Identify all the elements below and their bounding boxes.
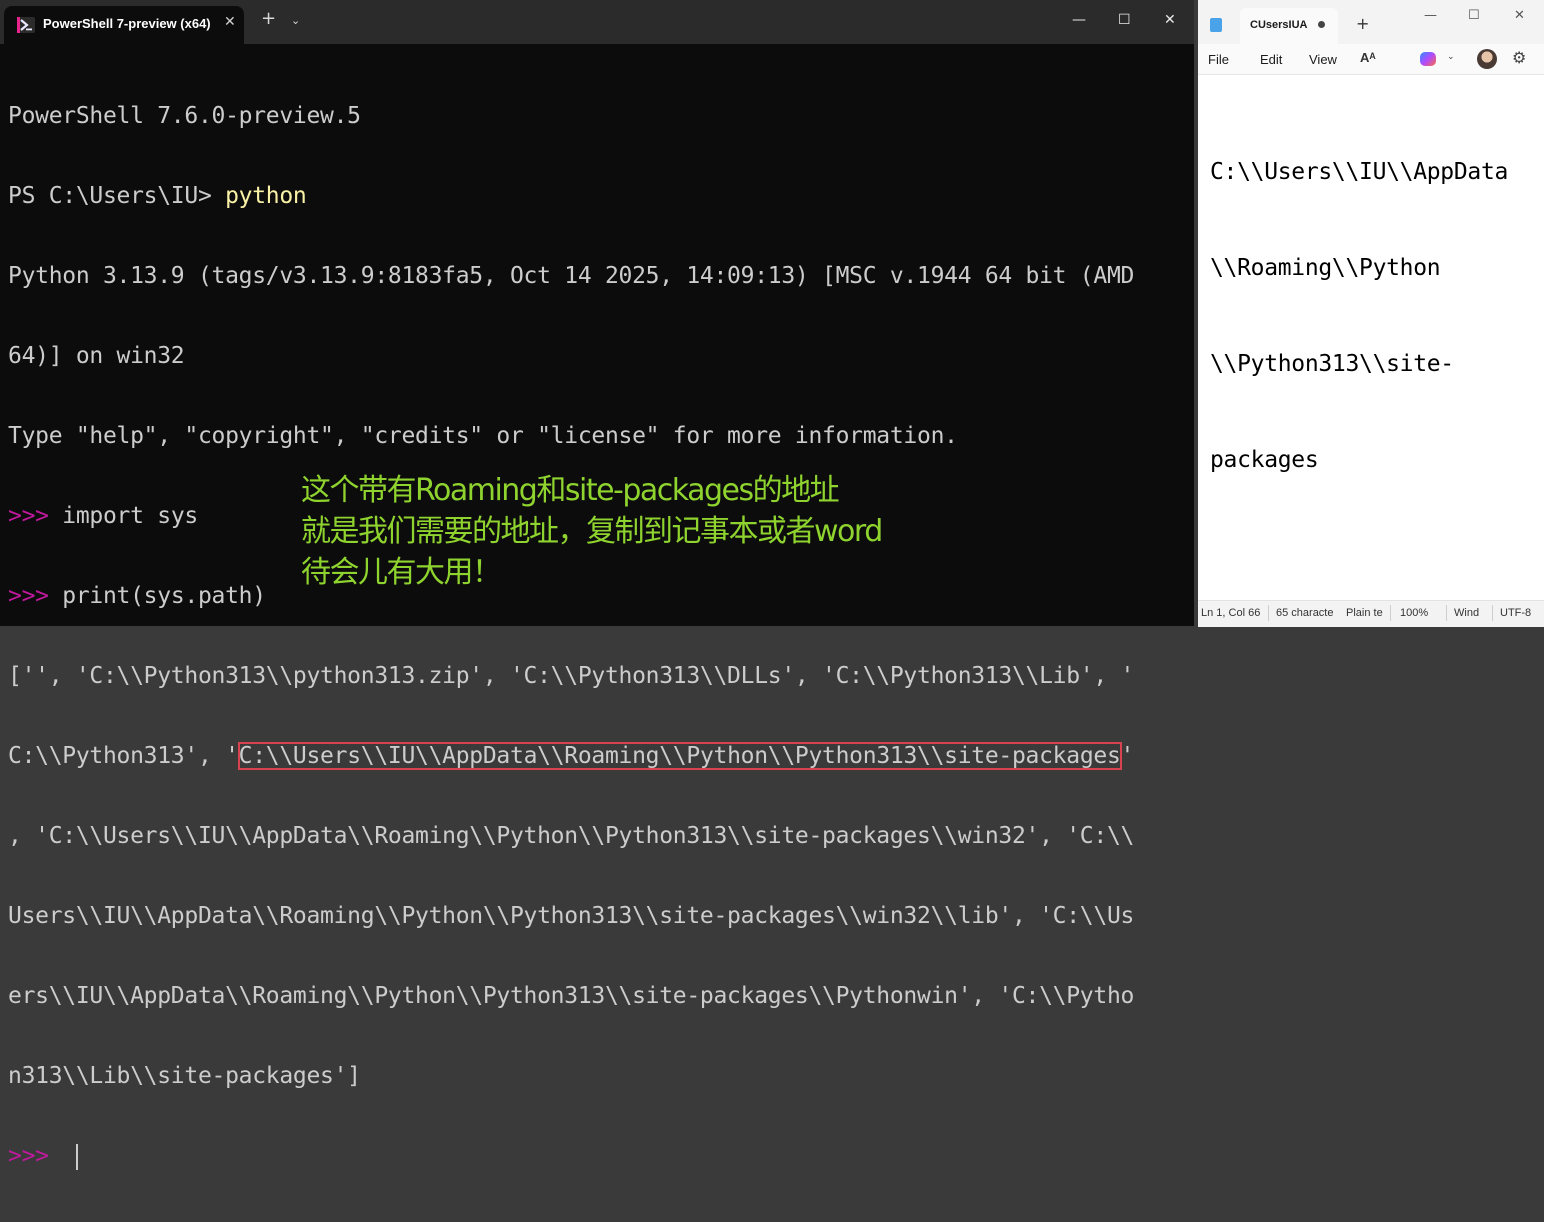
notepad-titlebar: CUsersIUA + — ☐ ✕ <box>1198 0 1544 44</box>
notepad-tab[interactable]: CUsersIUA <box>1240 8 1338 44</box>
line-ending[interactable]: Wind <box>1454 607 1488 619</box>
notepad-tab-title: CUsersIUA <box>1250 19 1308 31</box>
new-tab-button[interactable]: + <box>1356 14 1369 33</box>
terminal-titlebar: PowerShell 7-preview (x64) ✕ + ⌄ — ☐ ✕ <box>0 0 1194 44</box>
menu-edit[interactable]: Edit <box>1260 52 1282 67</box>
line-text: PowerShell 7.6.0-preview.5 <box>8 103 361 129</box>
annotation-overlay: 这个带有Roaming和site-packages的地址 就是我们需要的地址，复… <box>301 470 883 593</box>
line-text: Type "help", "copyright", "credits" or "… <box>8 423 958 449</box>
ps-prompt: PS C:\Users\IU> <box>8 183 226 209</box>
terminal-line: PowerShell 7.6.0-preview.5 <box>8 102 1188 130</box>
status-divider <box>1446 605 1447 621</box>
cursor-position: Ln 1, Col 66 <box>1201 607 1261 619</box>
close-tab-icon[interactable]: ✕ <box>224 14 236 30</box>
terminal-line: Users\\IU\\AppData\\Roaming\\Python\\Pyt… <box>8 902 1188 930</box>
command-text: python <box>225 183 307 209</box>
terminal-line: Python 3.13.9 (tags/v3.13.9:8183fa5, Oct… <box>8 262 1188 290</box>
python-prompt: >>> <box>8 503 63 529</box>
text-cursor <box>76 1143 79 1170</box>
notepad-window: CUsersIUA + — ☐ ✕ File Edit View Aᴬ ⌄ ⚙ … <box>1198 0 1544 627</box>
terminal-line: Type "help", "copyright", "credits" or "… <box>8 422 1188 450</box>
notepad-text-area[interactable]: C:\\Users\\IU\\AppData \\Roaming\\Python… <box>1210 92 1540 540</box>
format-status[interactable]: Plain te <box>1346 607 1386 619</box>
terminal-tab[interactable]: PowerShell 7-preview (x64) ✕ <box>4 6 244 44</box>
line-text: ' <box>1120 743 1135 769</box>
line-text: ['', 'C:\\Python313\\python313.zip', 'C:… <box>8 663 1135 689</box>
terminal-line: , 'C:\\Users\\IU\\AppData\\Roaming\\Pyth… <box>8 822 1188 850</box>
annotation-line: 这个带有Roaming和site-packages的地址 <box>301 473 840 508</box>
notepad-icon <box>1210 18 1222 32</box>
line-text: Users\\IU\\AppData\\Roaming\\Python\\Pyt… <box>8 903 1135 929</box>
text-line: packages <box>1210 447 1319 473</box>
status-divider <box>1390 605 1391 621</box>
terminal-line: ['', 'C:\\Python313\\python313.zip', 'C:… <box>8 662 1188 690</box>
maximize-button[interactable]: ☐ <box>1118 12 1131 28</box>
line-text: , 'C:\\Users\\IU\\AppData\\Roaming\\Pyth… <box>8 823 1135 849</box>
gear-icon[interactable]: ⚙ <box>1512 48 1526 67</box>
text-line: C:\\Users\\IU\\AppData <box>1210 159 1509 185</box>
line-text: ers\\IU\\AppData\\Roaming\\Python\\Pytho… <box>8 983 1135 1009</box>
terminal-tab-title: PowerShell 7-preview (x64) <box>43 16 211 31</box>
terminal-line: PS C:\Users\IU> python <box>8 182 1188 210</box>
line-text: import sys <box>62 503 198 529</box>
chevron-down-icon[interactable]: ⌄ <box>291 14 300 27</box>
unsaved-dot-icon[interactable] <box>1318 21 1325 28</box>
close-window-button[interactable]: ✕ <box>1514 8 1525 23</box>
zoom-level[interactable]: 100% <box>1400 607 1428 619</box>
terminal-line: ers\\IU\\AppData\\Roaming\\Python\\Pytho… <box>8 982 1188 1010</box>
character-count: 65 characte <box>1276 607 1334 619</box>
highlighted-path: C:\\Users\\IU\\AppData\\Roaming\\Python\… <box>237 742 1122 770</box>
menu-view[interactable]: View <box>1309 52 1337 67</box>
terminal-line: n313\\Lib\\site-packages'] <box>8 1062 1188 1090</box>
annotation-line: 就是我们需要的地址，复制到记事本或者word <box>301 514 883 549</box>
avatar[interactable] <box>1477 49 1497 69</box>
text-line: \\Roaming\\Python <box>1210 255 1441 281</box>
line-text: Python 3.13.9 (tags/v3.13.9:8183fa5, Oct… <box>8 263 1135 289</box>
python-prompt: >>> <box>8 1143 63 1169</box>
terminal-window: PowerShell 7-preview (x64) ✕ + ⌄ — ☐ ✕ P… <box>0 0 1194 1170</box>
line-text: 64)] on win32 <box>8 343 185 369</box>
line-text: C:\\Python313', ' <box>8 743 239 769</box>
terminal-line: 64)] on win32 <box>8 342 1188 370</box>
encoding[interactable]: UTF-8 <box>1500 607 1531 619</box>
menu-file[interactable]: File <box>1208 52 1229 67</box>
annotation-line: 待会儿有大用！ <box>301 555 502 590</box>
terminal-line: C:\\Python313', 'C:\\Users\\IU\\AppData\… <box>8 742 1188 770</box>
terminal-line: >>> <box>8 1142 1188 1170</box>
status-bar: Ln 1, Col 66 65 characte Plain te 100% W… <box>1198 600 1544 627</box>
terminal-output[interactable]: PowerShell 7.6.0-preview.5 PS C:\Users\I… <box>8 50 1188 1222</box>
new-tab-button[interactable]: + <box>261 10 276 28</box>
font-icon[interactable]: Aᴬ <box>1360 50 1376 65</box>
powershell-icon <box>17 17 35 33</box>
status-divider <box>1268 605 1269 621</box>
close-window-button[interactable]: ✕ <box>1164 12 1176 28</box>
minimize-button[interactable]: — <box>1424 8 1437 23</box>
chevron-down-icon[interactable]: ⌄ <box>1447 52 1455 62</box>
copilot-icon[interactable] <box>1420 52 1436 66</box>
status-divider <box>1492 605 1493 621</box>
maximize-button[interactable]: ☐ <box>1468 8 1480 23</box>
line-text: n313\\Lib\\site-packages'] <box>8 1063 361 1089</box>
python-prompt: >>> <box>8 583 63 609</box>
notepad-menubar: File Edit View Aᴬ ⌄ ⚙ <box>1198 44 1544 75</box>
minimize-button[interactable]: — <box>1072 12 1086 28</box>
line-text: print(sys.path) <box>62 583 266 609</box>
text-line: \\Python313\\site- <box>1210 351 1454 377</box>
